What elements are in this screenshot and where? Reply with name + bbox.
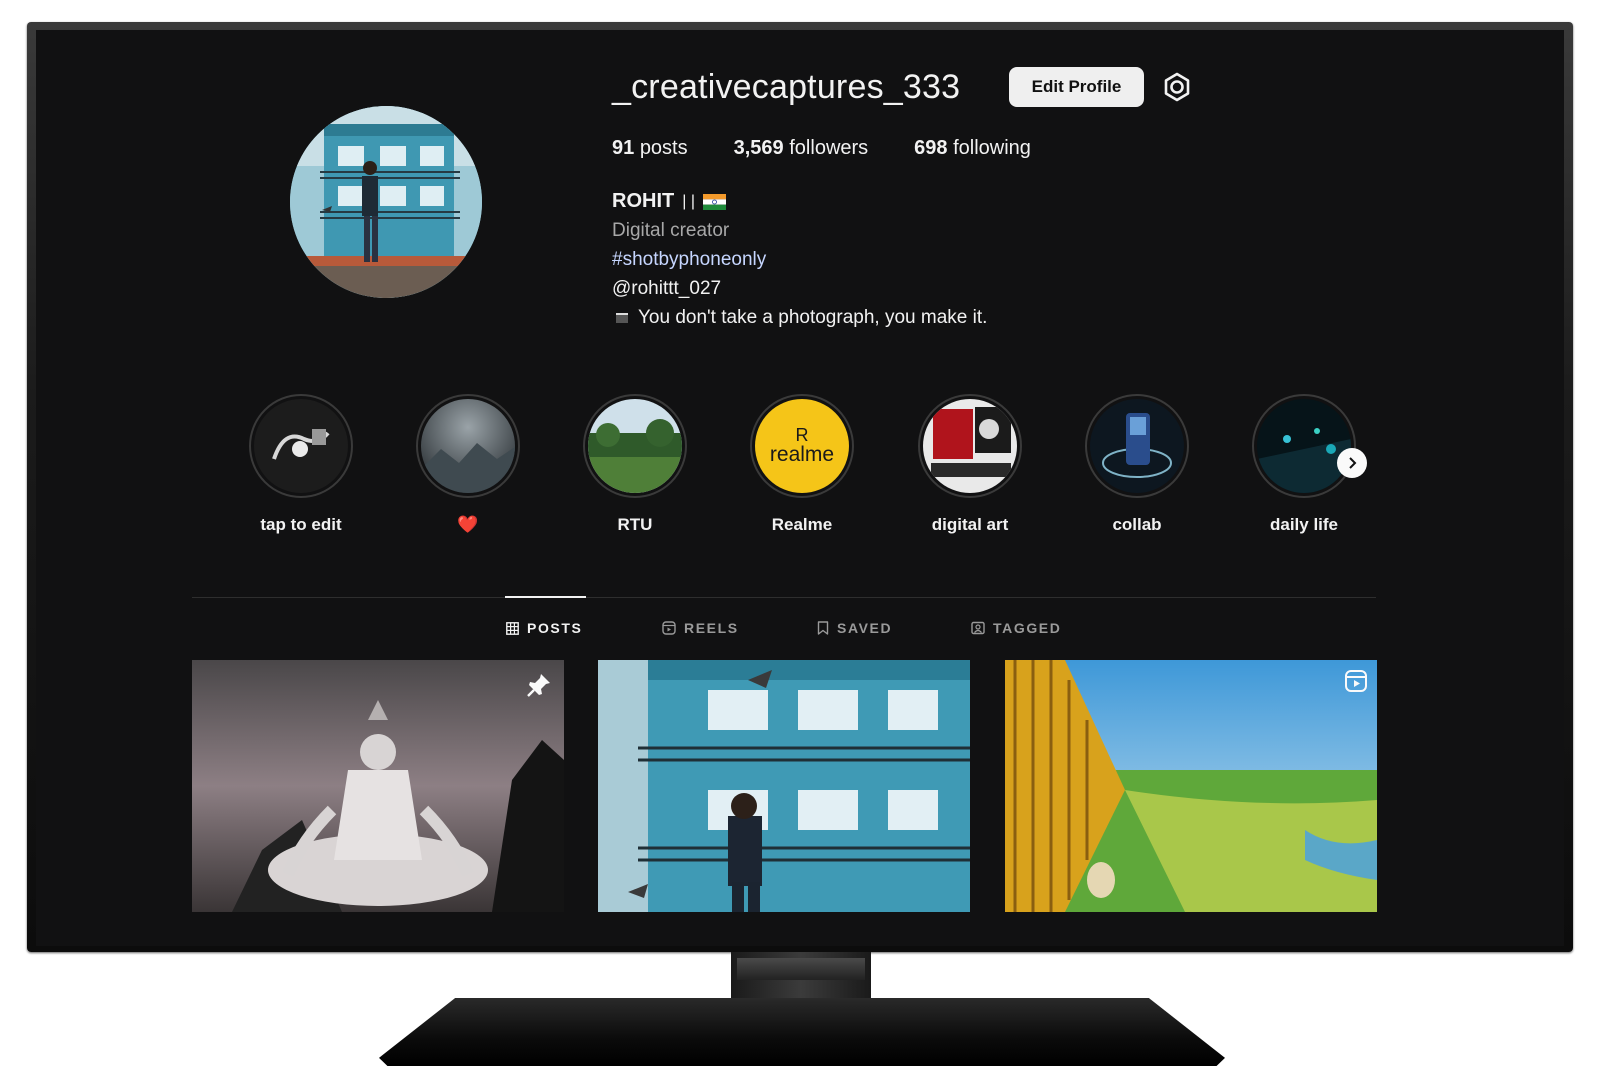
followers-label: followers [789, 137, 869, 159]
profile-quote-text: You don't take a photograph, you make it… [638, 307, 988, 328]
tagged-icon [971, 621, 985, 635]
tab-tagged[interactable]: TAGGED [971, 620, 1061, 636]
following-count: 698 [914, 137, 948, 159]
highlight-ring [1085, 394, 1189, 498]
reel-icon [1345, 670, 1367, 697]
realme-logo-text: realme [769, 443, 835, 466]
highlight-label: daily life [1269, 515, 1339, 534]
highlight-cover [254, 399, 348, 493]
profile-display-name: ROHIT | | [612, 190, 726, 213]
highlight-collab[interactable]: collab [1077, 394, 1197, 537]
posts-count: 91 [612, 137, 635, 159]
chevron-right-icon [1349, 457, 1357, 469]
tab-saved-label: SAVED [837, 620, 893, 636]
highlight-label: ❤️ [457, 515, 479, 534]
highlight-realme[interactable]: R realme Realme [742, 394, 862, 537]
stat-posts[interactable]: 91 posts [612, 137, 688, 160]
highlight-ring: R realme [750, 394, 854, 498]
tab-posts-label: POSTS [527, 620, 583, 636]
gear-icon[interactable] [1160, 70, 1194, 104]
highlight-cover [588, 399, 682, 493]
pin-icon [526, 672, 552, 703]
post-tile[interactable] [1005, 660, 1377, 912]
display-name-suffix: | | [682, 192, 695, 210]
profile-username: _creativecaptures_333 [612, 68, 961, 106]
tv-stand-neck-shine [737, 958, 865, 980]
profile-mention-link[interactable]: @rohittt_027 [612, 278, 721, 300]
highlight-ring [918, 394, 1022, 498]
highlight-ring [249, 394, 353, 498]
profile-avatar[interactable] [290, 106, 482, 298]
following-label: following [953, 137, 1031, 159]
stat-followers[interactable]: 3,569 followers [734, 137, 869, 160]
post-tile[interactable] [598, 660, 970, 912]
profile-quote: You don't take a photograph, you make it… [612, 307, 987, 329]
realme-logo: R realme [755, 399, 849, 493]
highlight-heart[interactable]: ❤️ [408, 394, 528, 537]
tab-saved[interactable]: SAVED [817, 620, 892, 636]
followers-count: 3,569 [733, 137, 784, 159]
tab-reels[interactable]: REELS [662, 620, 739, 636]
highlight-ring [1252, 394, 1356, 498]
stat-following[interactable]: 698 following [914, 137, 1031, 160]
highlight-digital-art[interactable]: digital art [910, 394, 1030, 537]
highlight-cover [1090, 399, 1184, 493]
reels-icon [662, 621, 676, 635]
realme-logo-mark: R [795, 425, 809, 445]
edit-profile-button[interactable]: Edit Profile [1009, 67, 1144, 107]
highlight-ring [583, 394, 687, 498]
highlight-rtu[interactable]: RTU [575, 394, 695, 537]
highlight-cover [421, 399, 515, 493]
highlight-label: RTU [617, 515, 653, 534]
india-flag-icon [702, 193, 726, 210]
highlight-cover [1257, 399, 1351, 493]
grid-icon [506, 621, 519, 635]
tab-active-indicator [505, 596, 586, 598]
highlight-label: digital art [931, 515, 1009, 534]
display-name-text: ROHIT [612, 190, 675, 212]
tab-tagged-label: TAGGED [993, 620, 1062, 636]
highlights-next-button[interactable] [1337, 448, 1367, 478]
highlight-ring [416, 394, 520, 498]
profile-category: Digital creator [612, 220, 730, 241]
tabs-divider [192, 597, 1376, 598]
profile-stats: 91 posts 3,569 followers 698 following [612, 137, 1077, 160]
tv-stand-base [379, 998, 1225, 1066]
tv-screen: _creativecaptures_333 Edit Profile 91 po… [36, 30, 1564, 946]
bookmark-icon [817, 621, 829, 635]
highlight-label: tap to edit [260, 515, 342, 534]
posts-label: posts [639, 137, 688, 159]
highlight-tap-to-edit[interactable]: tap to edit [241, 394, 361, 537]
highlight-cover [923, 399, 1017, 493]
profile-hashtag-link[interactable]: #shotbyphoneonly [612, 249, 766, 271]
highlight-label: Realme [771, 515, 833, 534]
tab-reels-label: REELS [684, 620, 739, 636]
post-tile[interactable] [192, 660, 564, 912]
camera-emoji-icon [616, 313, 628, 323]
tab-posts[interactable]: POSTS [506, 620, 582, 636]
highlight-label: collab [1112, 515, 1162, 534]
